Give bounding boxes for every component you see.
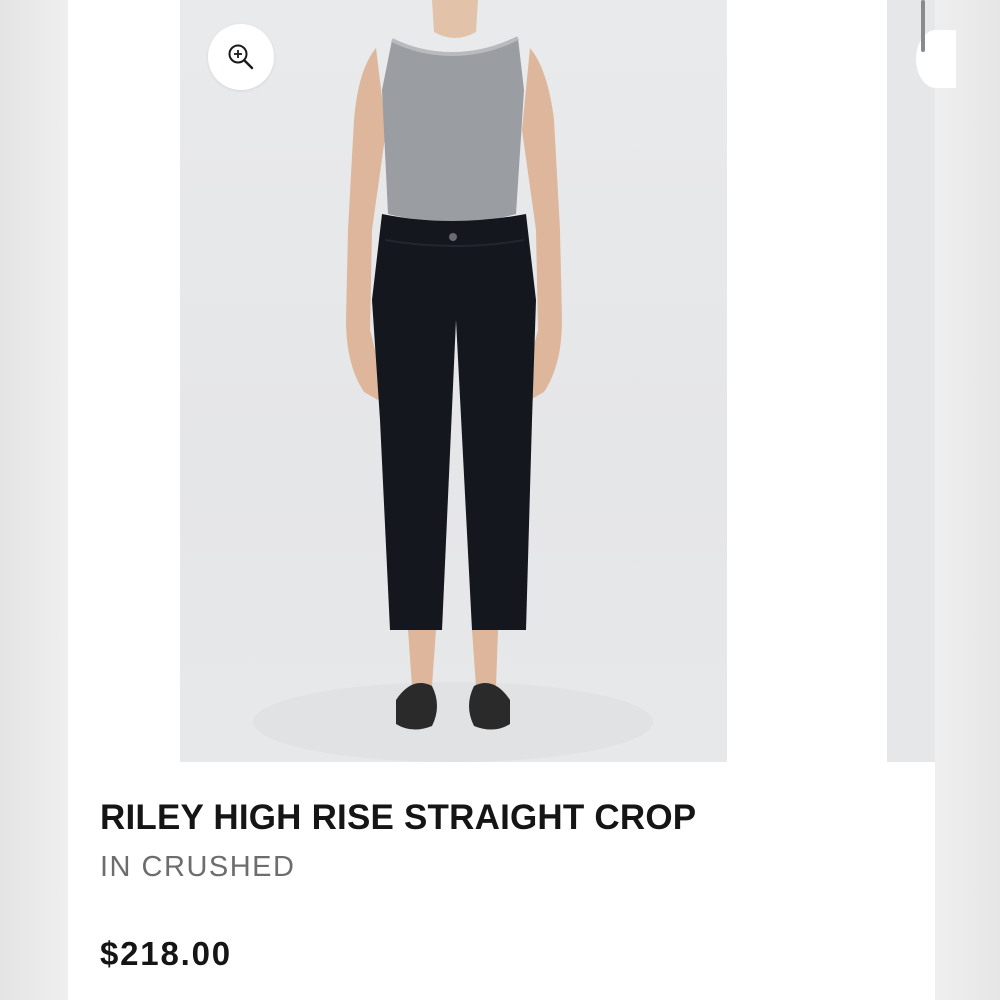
scroll-indicator bbox=[921, 0, 925, 52]
right-screen-edge bbox=[935, 0, 1000, 1000]
zoom-button[interactable] bbox=[208, 24, 274, 90]
next-product-image[interactable] bbox=[887, 0, 935, 762]
product-image[interactable] bbox=[180, 0, 727, 762]
product-color: IN CRUSHED bbox=[100, 851, 296, 883]
product-card: RILEY HIGH RISE STRAIGHT CROP IN CRUSHED… bbox=[68, 0, 956, 1000]
model-photo bbox=[253, 0, 653, 762]
product-price: $218.00 bbox=[100, 935, 232, 972]
zoom-in-icon bbox=[228, 44, 254, 70]
product-title: RILEY HIGH RISE STRAIGHT CROP bbox=[100, 798, 697, 837]
left-screen-edge bbox=[0, 0, 68, 1000]
